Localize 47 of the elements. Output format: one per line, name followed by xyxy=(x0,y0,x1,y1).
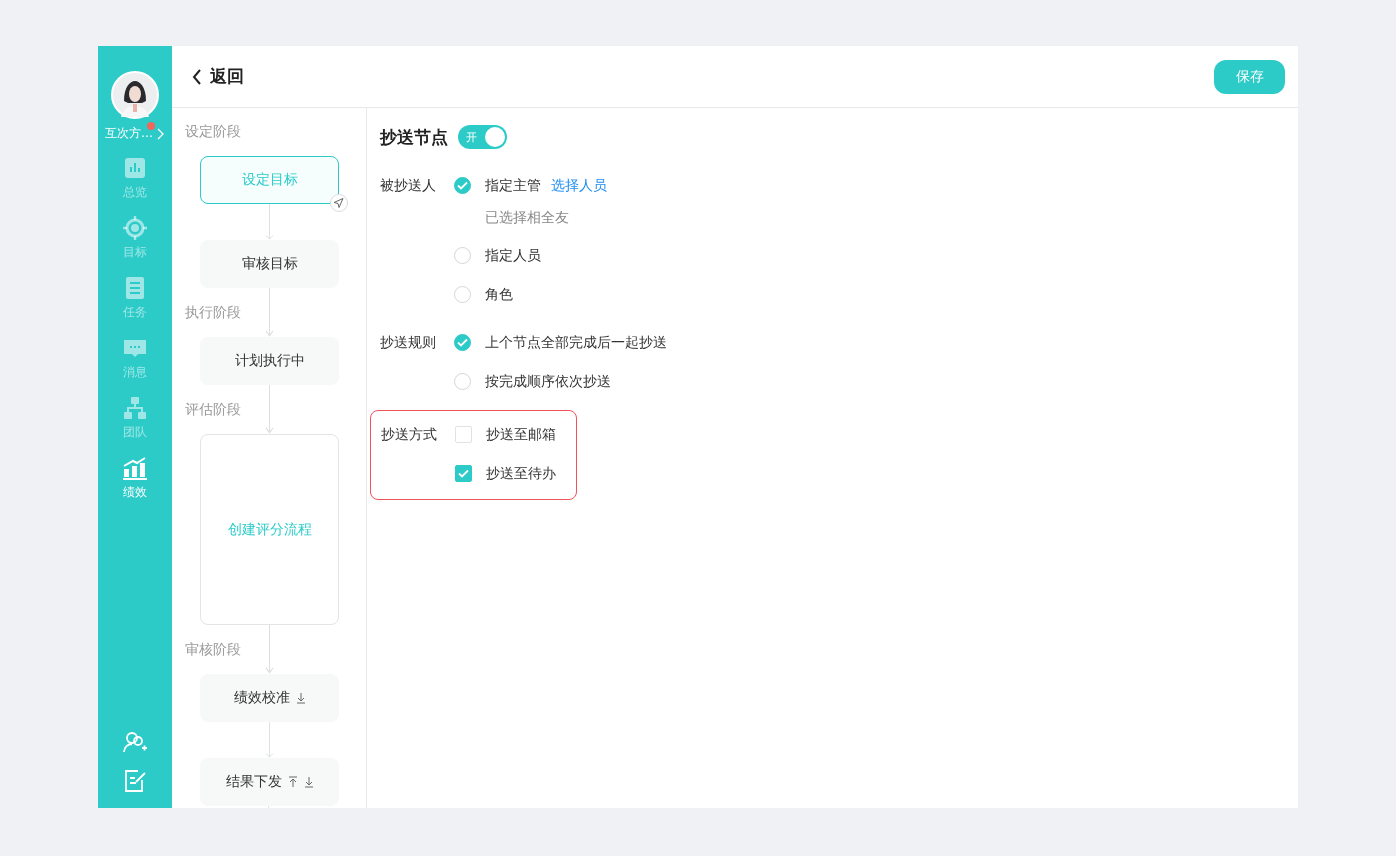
edit-icon[interactable] xyxy=(122,768,148,794)
radio-button[interactable] xyxy=(454,247,471,264)
team-icon xyxy=(122,395,148,421)
send-icon[interactable] xyxy=(330,194,348,212)
checkbox[interactable] xyxy=(455,465,472,482)
back-link[interactable]: 返回 xyxy=(192,65,244,88)
check-icon xyxy=(457,181,468,190)
performance-icon xyxy=(122,455,148,481)
radio-button[interactable] xyxy=(454,334,471,351)
connector-arrow xyxy=(265,288,274,337)
radio-button[interactable] xyxy=(454,373,471,390)
chevron-left-icon xyxy=(192,68,202,85)
option-label[interactable]: 按完成顺序依次抄送 xyxy=(485,372,611,391)
stage-label: 审核阶段 xyxy=(184,640,242,659)
connector-arrow xyxy=(265,625,274,674)
flow-node[interactable]: 审核目标 xyxy=(200,240,339,288)
select-people-link[interactable]: 选择人员 xyxy=(551,176,607,195)
check-icon xyxy=(457,338,468,347)
stage-label: 设定阶段 xyxy=(184,123,242,141)
radio-button[interactable] xyxy=(454,177,471,194)
field-label: 抄送规则 xyxy=(380,333,437,352)
field-label: 抄送方式 xyxy=(381,425,438,444)
connector-arrow xyxy=(265,722,274,758)
option-label[interactable]: 抄送至待办 xyxy=(486,464,556,483)
radio-button[interactable] xyxy=(454,286,471,303)
option-label[interactable]: 抄送至邮箱 xyxy=(486,425,556,444)
move-up-icon[interactable] xyxy=(287,776,298,788)
move-down-icon[interactable] xyxy=(295,692,306,704)
selection-note: 已选择相全友 xyxy=(485,208,570,227)
stage-label: 执行阶段 xyxy=(184,303,242,322)
connector-arrow xyxy=(265,204,274,240)
option-label[interactable]: 指定人员 xyxy=(485,246,541,265)
target-icon xyxy=(122,215,148,241)
option-label[interactable]: 角色 xyxy=(485,285,513,304)
flow-node[interactable]: 绩效校准 xyxy=(200,674,339,722)
option-label[interactable]: 指定主管 xyxy=(485,176,541,195)
stage-label: 评估阶段 xyxy=(184,400,242,419)
move-down-icon[interactable] xyxy=(303,776,314,788)
flow-node[interactable]: 结果下发 xyxy=(200,758,339,806)
overview-icon xyxy=(122,155,148,181)
check-icon xyxy=(458,469,469,478)
field-label: 被抄送人 xyxy=(380,176,437,195)
chevron-right-icon[interactable] xyxy=(155,127,165,140)
connector-arrow xyxy=(265,385,274,434)
flow-node[interactable]: 计划执行中 xyxy=(200,337,339,385)
section-title: 抄送节点 xyxy=(380,125,448,149)
option-label[interactable]: 上个节点全部完成后一起抄送 xyxy=(485,333,667,352)
